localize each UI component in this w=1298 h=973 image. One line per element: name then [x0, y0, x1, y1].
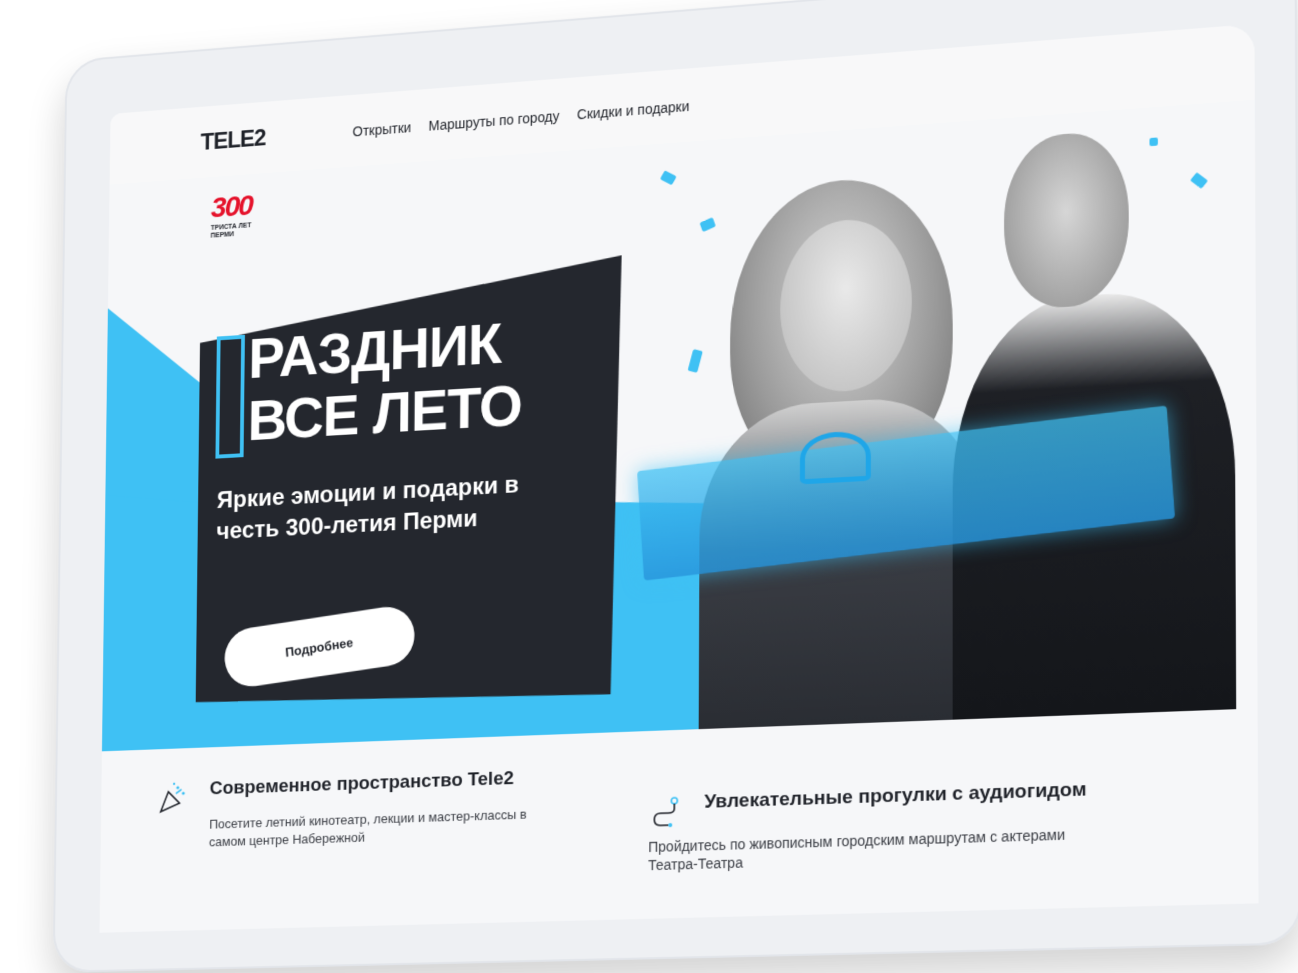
confetti-icon: [660, 170, 677, 185]
p-letter-icon: [215, 335, 245, 459]
badge-line2: ПЕРМИ: [211, 230, 252, 241]
hero-banner: 300 ТРИСТА ЛЕТ ПЕРМИ РАЗДНИК ВСЕ ЛЕТО Яр…: [102, 100, 1258, 752]
nav-item-discounts[interactable]: Скидки и подарки: [577, 98, 690, 122]
device-frame: TELE2 Открытки Маршруты по городу Скидки…: [53, 0, 1298, 973]
feature-description: Пройдитесь по живописным городским маршр…: [648, 824, 1099, 874]
route-icon: [648, 794, 682, 829]
badge-number: 300: [211, 189, 253, 225]
main-nav: Открытки Маршруты по городу Скидки и под…: [352, 98, 689, 139]
hero-photo: [639, 111, 1236, 731]
feature-item: Современное пространство Tele2 Посетите …: [156, 764, 559, 853]
nav-item-cards[interactable]: Открытки: [352, 119, 411, 139]
confetti-icon: [1190, 172, 1208, 189]
perm-300-badge: 300 ТРИСТА ЛЕТ ПЕРМИ: [211, 189, 253, 240]
confetti-icon: [1149, 137, 1157, 146]
feature-title: Увлекательные прогулки с аудиогидом: [704, 776, 1098, 815]
confetti-icon: [699, 217, 715, 232]
feature-item: Увлекательные прогулки с аудиогидом Прой…: [648, 776, 1099, 874]
man-head: [1004, 129, 1129, 310]
party-popper-icon: [157, 781, 189, 815]
hero-title: РАЗДНИК ВСЕ ЛЕТО: [217, 311, 522, 454]
feature-title: Современное пространство Tele2: [210, 764, 560, 802]
tele2-logo[interactable]: TELE2: [200, 125, 265, 157]
browser-screen: TELE2 Открытки Маршруты по городу Скидки…: [99, 24, 1258, 933]
confetti-icon: [688, 349, 703, 373]
feature-description: Посетите летний кинотеатр, лекции и маст…: [209, 804, 560, 851]
nav-item-routes[interactable]: Маршруты по городу: [428, 108, 559, 134]
